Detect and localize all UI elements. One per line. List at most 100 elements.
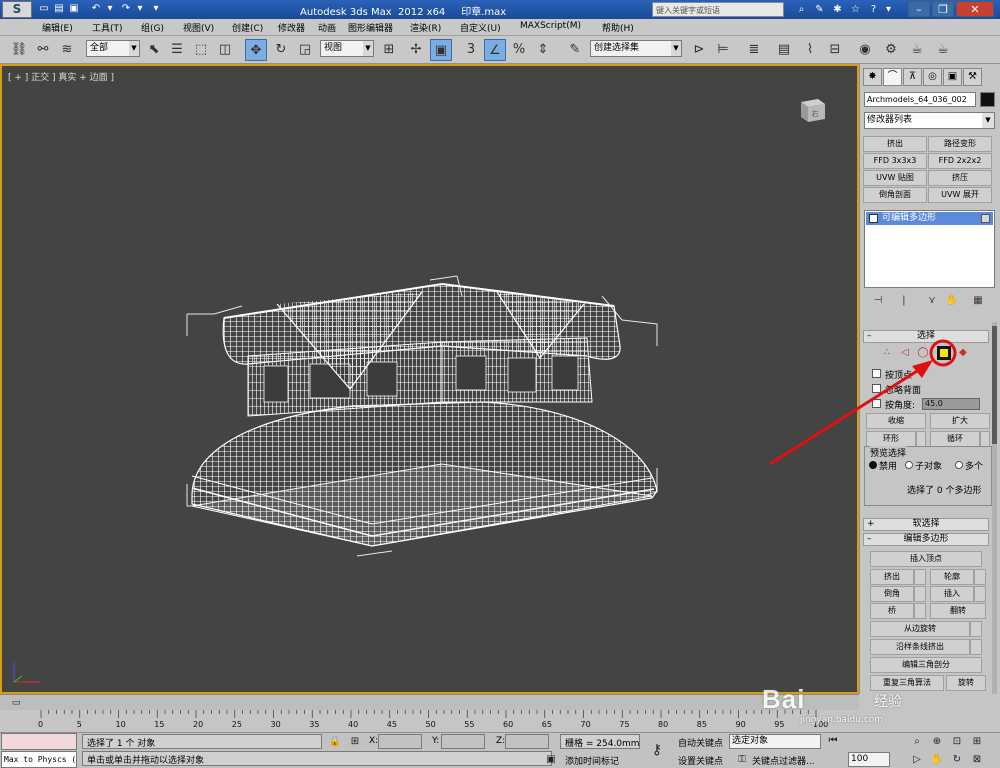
perspective-viewport[interactable]: [ + ] 正交 ] 真实 + 边面 ] 右 [0, 64, 859, 694]
minimize-button[interactable]: – [908, 1, 930, 17]
edit-triangulation-button[interactable]: 编辑三角剖分 [870, 657, 982, 673]
binoculars-icon[interactable]: ⌕ [795, 3, 808, 16]
grow-button[interactable]: 扩大 [930, 413, 990, 429]
time-slider[interactable]: ▭ [0, 694, 859, 710]
rendered-frame-icon[interactable]: ☕ [906, 39, 928, 61]
named-selection-dropdown[interactable]: 创建选择集 ▼ [590, 40, 682, 57]
modifier-button-unwrap-uvw[interactable]: UVW 展开 [928, 187, 992, 203]
modifier-button-bevel-profile[interactable]: 倒角剖面 [863, 187, 927, 203]
preview-off-radio[interactable] [869, 461, 877, 469]
current-frame-field[interactable]: 100 [848, 752, 890, 767]
command-panel-scroll-thumb[interactable] [992, 326, 997, 444]
snaps-toggle-icon[interactable]: 3 [460, 39, 482, 61]
quick-access-menu-icon[interactable]: ▾ [150, 3, 162, 15]
render-production-icon[interactable]: ☕ [932, 39, 954, 61]
mirror-icon[interactable]: ⊳ [688, 39, 710, 61]
favorites-icon[interactable]: ☆ [849, 3, 862, 16]
graphite-tools-icon[interactable]: ▤ [773, 39, 795, 61]
z-coordinate-field[interactable] [505, 734, 549, 749]
add-time-tag-label[interactable]: 添加时间标记 [565, 754, 619, 767]
menu-customize[interactable]: 自定义(U) [460, 21, 501, 34]
edge-mode-icon[interactable]: ◁ [898, 346, 912, 360]
remove-modifier-icon[interactable]: ✋ [944, 294, 960, 308]
open-file-icon[interactable]: ▤ [53, 3, 65, 15]
utilities-tab-icon[interactable]: ⚒ [963, 68, 982, 86]
by-angle-checkbox[interactable] [872, 399, 881, 408]
expand-icon[interactable] [869, 214, 878, 223]
search-input[interactable]: 键入关键字或短语 [652, 2, 784, 17]
material-editor-icon[interactable]: ◉ [854, 39, 876, 61]
menu-tools[interactable]: 工具(T) [92, 21, 123, 34]
menu-views[interactable]: 视图(V) [183, 21, 214, 34]
flip-button[interactable]: 翻转 [930, 603, 986, 619]
schematic-view-icon[interactable]: ⊟ [824, 39, 846, 61]
zoom-extents-icon[interactable]: ⊡ [950, 735, 964, 749]
inset-button[interactable]: 插入 [930, 586, 974, 602]
show-end-result-icon[interactable]: ❘ [896, 294, 912, 308]
orbit-icon[interactable]: ↻ [950, 753, 964, 767]
angle-snap-icon[interactable]: ∠ [484, 39, 506, 61]
bind-space-warp-icon[interactable]: ≋ [56, 39, 78, 61]
reference-coordinate-dropdown[interactable]: 视图 ▼ [320, 40, 374, 57]
maximize-viewport-icon[interactable]: ⊠ [970, 753, 984, 767]
select-and-link-icon[interactable]: ⛓ [8, 39, 30, 61]
hierarchy-tab-icon[interactable]: ⊼ [903, 68, 922, 86]
menu-animation[interactable]: 动画 [318, 21, 336, 34]
auto-key-button[interactable]: 自动关键点 [678, 736, 723, 749]
select-object-icon[interactable]: ⬉ [143, 39, 165, 61]
modifier-button-squeeze[interactable]: 挤压 [928, 170, 992, 186]
key-selection-dropdown[interactable]: 选定对象 [729, 734, 821, 749]
save-file-icon[interactable]: ▣ [68, 3, 80, 15]
viewport-label[interactable]: [ + ] 正交 ] 真实 + 边面 ] [8, 70, 114, 83]
mini-curve-editor-icon[interactable]: ▭ [8, 697, 24, 709]
by-vertex-checkbox[interactable] [872, 369, 881, 378]
bevel-settings-button[interactable] [914, 586, 926, 602]
modifier-stack[interactable]: 可编辑多边形 [864, 210, 995, 288]
extrude-button[interactable]: 挤出 [870, 569, 914, 585]
element-mode-icon[interactable]: ◆ [956, 346, 970, 360]
unlink-icon[interactable]: ⚯ [32, 39, 54, 61]
modifier-button-path-deform[interactable]: 路径变形 [928, 136, 992, 152]
loop-spinner[interactable] [980, 431, 990, 447]
absolute-mode-icon[interactable]: ⊞ [348, 735, 362, 749]
rectangular-selection-icon[interactable]: ⬚ [190, 39, 212, 61]
selection-filter-dropdown[interactable]: 全部 ▼ [86, 40, 140, 57]
restore-button[interactable]: ❐ [932, 1, 954, 17]
ring-button[interactable]: 环形 [866, 431, 916, 447]
edit-named-selection-icon[interactable]: ✎ [564, 39, 586, 61]
zoom-all-icon[interactable]: ⊕ [930, 735, 944, 749]
menu-group[interactable]: 组(G) [141, 21, 164, 34]
menu-edit[interactable]: 编辑(E) [42, 21, 73, 34]
app-logo-button[interactable]: S [2, 1, 32, 18]
hinge-settings-button[interactable] [970, 621, 982, 637]
close-button[interactable]: ✕ [956, 1, 994, 17]
turn-button[interactable]: 旋转 [946, 675, 986, 691]
undo-icon[interactable]: ↶ [90, 3, 102, 15]
select-by-name-icon[interactable]: ☰ [166, 39, 188, 61]
create-tab-icon[interactable]: ✸ [863, 68, 882, 86]
keyboard-shortcut-override-icon[interactable]: ▣ [430, 39, 452, 61]
key-filters-button[interactable]: 关键点过滤器... [752, 754, 815, 767]
extrude-along-spline-button[interactable]: 沿样条线挤出 [870, 639, 970, 655]
x-coordinate-field[interactable] [378, 734, 422, 749]
ignore-backfacing-checkbox[interactable] [872, 384, 881, 393]
help-dropdown-icon[interactable]: ▾ [882, 3, 895, 16]
inset-settings-button[interactable] [974, 586, 986, 602]
curve-editor-icon[interactable]: ⌇ [799, 39, 821, 61]
preview-subobject-radio[interactable] [905, 461, 913, 469]
polygon-mode-icon[interactable] [937, 346, 951, 360]
time-tag-icon[interactable]: ▣ [544, 753, 558, 767]
border-mode-icon[interactable]: ◯ [916, 346, 930, 360]
object-color-swatch[interactable] [980, 92, 995, 107]
y-coordinate-field[interactable] [441, 734, 485, 749]
bridge-settings-button[interactable] [914, 603, 926, 619]
zoom-extents-all-icon[interactable]: ⊞ [970, 735, 984, 749]
track-bar[interactable]: 0 5 10 15 20 25 30 35 40 45 50 55 60 65 70 75 80 85 90 95 10… [36, 710, 859, 732]
select-and-rotate-icon[interactable]: ↻ [270, 39, 292, 61]
modifier-list-dropdown[interactable]: 修改器列表 ▼ [864, 112, 995, 129]
modifier-button-ffd222[interactable]: FFD 2x2x2 [928, 153, 992, 169]
insert-vertex-button[interactable]: 插入顶点 [870, 551, 982, 567]
tools-icon[interactable]: ✎ [813, 3, 826, 16]
model-wireframe[interactable] [152, 206, 692, 566]
viewcube-icon[interactable]: 右 [798, 96, 828, 124]
